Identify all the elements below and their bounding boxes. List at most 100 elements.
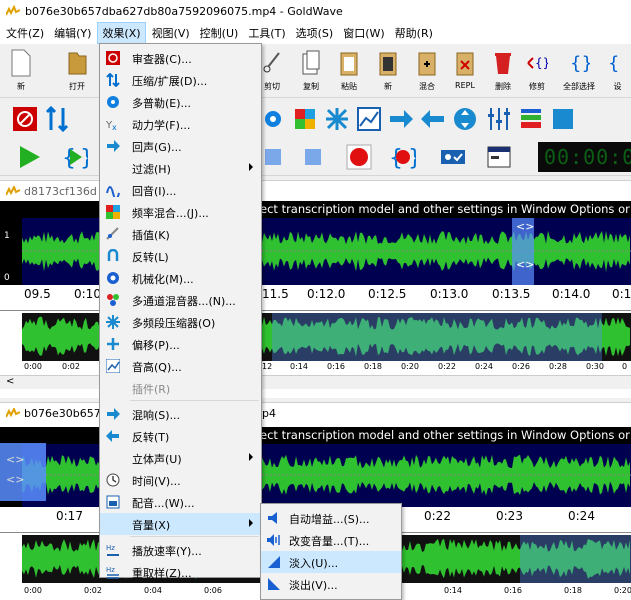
dynamics-icon: Yx xyxy=(106,120,117,131)
marker-icon[interactable] xyxy=(440,144,466,170)
menu-item-change-volume[interactable]: 改变音量...(T)... xyxy=(261,529,401,551)
menu-item-pitch[interactable]: 音高(Q)... xyxy=(100,355,261,377)
trash-icon xyxy=(495,53,511,74)
menu-item-stereo[interactable]: 立体声(U) xyxy=(100,447,261,469)
svg-text:{: { xyxy=(608,53,619,74)
submenu-arrow-icon xyxy=(249,163,253,171)
compress-arrows-icon[interactable] xyxy=(44,106,70,132)
properties-window-icon[interactable] xyxy=(486,144,512,170)
channel-mixer-toolbar-icon[interactable] xyxy=(324,106,350,132)
gear-blue-icon[interactable] xyxy=(260,106,286,132)
transport-toolbar: {} {} xyxy=(0,138,631,176)
replace-button[interactable]: REPL xyxy=(446,47,484,95)
open-folder-icon xyxy=(68,52,87,75)
menu-item-plugins[interactable]: 插件(R) xyxy=(100,377,261,399)
record-icon[interactable] xyxy=(346,144,372,170)
menu-item-inspector[interactable]: 审查器(C)... xyxy=(100,47,261,69)
menu-item-reverse[interactable]: 反转(T) xyxy=(100,425,261,447)
interpolate-icon xyxy=(106,227,119,240)
equalizer-icon[interactable] xyxy=(486,106,512,132)
menu-effects[interactable]: 效果(X) xyxy=(97,22,146,44)
svg-text:{}: {} xyxy=(535,56,548,70)
stop-sign-icon[interactable] xyxy=(12,106,38,132)
paste-new-icon xyxy=(379,52,397,76)
menu-item-volume[interactable]: 音量(X) xyxy=(100,513,261,535)
stereo-icon[interactable] xyxy=(550,106,576,132)
menu-item-channel-mixer[interactable]: 多通道混音器...(N)... xyxy=(100,289,261,311)
menu-item-reverb[interactable]: 混响(S)... xyxy=(100,403,261,425)
multiband-icon xyxy=(106,315,120,329)
menu-window[interactable]: 窗口(W) xyxy=(339,23,388,43)
copy-button[interactable]: 复制 xyxy=(292,47,330,95)
reverse-arrow-icon[interactable] xyxy=(420,106,446,132)
svg-text:}: } xyxy=(80,146,88,170)
offset-arrow-icon[interactable] xyxy=(388,106,414,132)
menu-item-mechanize[interactable]: 机械化(M)... xyxy=(100,267,261,289)
open-button[interactable]: 打开 xyxy=(58,47,96,95)
menu-item-filter[interactable]: 过滤(H) xyxy=(100,157,261,179)
stretch-icon[interactable] xyxy=(452,106,478,132)
menu-view[interactable]: 视图(V) xyxy=(148,23,194,43)
select-all-button[interactable]: {} 全部选择 xyxy=(560,47,598,95)
menu-item-multiband[interactable]: 多频段压缩器(O) xyxy=(100,311,261,333)
menu-file[interactable]: 文件(Z) xyxy=(2,23,48,43)
channel-mixer-icon xyxy=(107,294,119,306)
scroll-left-icon[interactable]: < xyxy=(6,376,14,387)
paste-new-button[interactable]: 新 xyxy=(369,47,407,95)
set-button[interactable]: { 设 xyxy=(604,47,631,95)
effects-menu: 审查器(C)... 压缩/扩展(D)... 多普勒(E)... Yx 动力学(F… xyxy=(99,43,262,580)
svg-text:<>: <> xyxy=(516,258,534,271)
menu-control[interactable]: 控制(U) xyxy=(196,23,243,43)
record-selection-icon[interactable]: {} xyxy=(390,144,416,170)
menu-item-offset[interactable]: 偏移(P)... xyxy=(100,333,261,355)
menu-item-resample[interactable]: Hz 重取样(Z)... xyxy=(100,561,261,583)
menu-item-frequency-mix[interactable]: 频率混合...(J)... xyxy=(100,201,261,223)
doc2-selection-start[interactable]: <> <> xyxy=(0,443,46,501)
menu-item-voiceover[interactable]: 配音...(W)... xyxy=(100,491,261,513)
paste-button[interactable]: 粘贴 xyxy=(330,47,368,95)
doc1-channel-gutter: 1 0 xyxy=(0,201,22,285)
menu-item-doppler[interactable]: 多普勒(E)... xyxy=(100,91,261,113)
new-button[interactable]: 新 xyxy=(2,47,40,95)
document-1-title: d8173cf136d xyxy=(24,184,97,198)
menu-options[interactable]: 选项(S) xyxy=(292,23,338,43)
mix-button[interactable]: 混合 xyxy=(408,47,446,95)
doc1-time-ruler[interactable]: 09.5 0:10 11.5 0:12.0 0:12.5 0:13.0 0:13… xyxy=(0,285,631,311)
menu-edit[interactable]: 编辑(Y) xyxy=(50,23,95,43)
stop-icon[interactable] xyxy=(300,144,326,170)
pitch-chart-icon[interactable] xyxy=(356,106,382,132)
delete-button[interactable]: 删除 xyxy=(484,47,522,95)
trim-button[interactable]: {} 修剪 xyxy=(518,47,556,95)
doc1-horizontal-scrollbar[interactable]: < xyxy=(0,375,631,389)
play-selection-icon[interactable]: {} xyxy=(62,144,88,170)
volume-submenu: 自动增益...(S)... 改变音量...(T)... 淡入(U)... 淡出(… xyxy=(260,503,402,600)
volume-bars-icon[interactable] xyxy=(518,106,544,132)
auto-gain-icon xyxy=(268,512,277,524)
pause-icon[interactable] xyxy=(260,144,286,170)
menu-item-flanger[interactable]: 回音(I)... xyxy=(100,179,261,201)
play-icon[interactable] xyxy=(16,144,42,170)
menu-item-auto-gain[interactable]: 自动增益...(S)... xyxy=(261,507,401,529)
menu-item-compressor[interactable]: 压缩/扩展(D)... xyxy=(100,69,261,91)
goldwave-app-icon xyxy=(6,5,20,16)
menu-item-fade-out[interactable]: 淡出(V)... xyxy=(261,573,401,595)
menu-item-time[interactable]: 时间(V)... xyxy=(100,469,261,491)
document-1-title-bar[interactable]: d8173cf136d xyxy=(0,181,631,201)
reverb-icon xyxy=(107,408,120,420)
menu-item-fade-in[interactable]: 淡入(U)... xyxy=(261,551,401,573)
menu-help[interactable]: 帮助(R) xyxy=(391,23,437,43)
menu-item-invert[interactable]: 反转(L) xyxy=(100,245,261,267)
document-2-title-bar[interactable]: b076e30b657 p4 xyxy=(0,403,631,423)
menu-item-playback-rate[interactable]: Hz 播放速率(Y)... xyxy=(100,539,261,561)
document-window-1[interactable]: d8173cf136d 1 0 ect transcription model … xyxy=(0,180,631,398)
menu-bar: 文件(Z) 编辑(Y) 效果(X) 视图(V) 控制(U) 工具(T) 选项(S… xyxy=(0,22,631,44)
compressor-icon xyxy=(106,73,120,87)
menu-tools[interactable]: 工具(T) xyxy=(244,23,289,43)
document-2-title-suffix: p4 xyxy=(262,406,276,420)
echo-icon xyxy=(107,140,120,152)
menu-item-interpolate[interactable]: 插值(K) xyxy=(100,223,261,245)
menu-item-echo[interactable]: 回声(G)... xyxy=(100,135,261,157)
menu-item-dynamics[interactable]: Yx 动力学(F)... xyxy=(100,113,261,135)
color-mix-icon[interactable] xyxy=(292,106,318,132)
title-bar: b076e30b657dba627db80a7592096075.mp4 - G… xyxy=(0,0,631,22)
